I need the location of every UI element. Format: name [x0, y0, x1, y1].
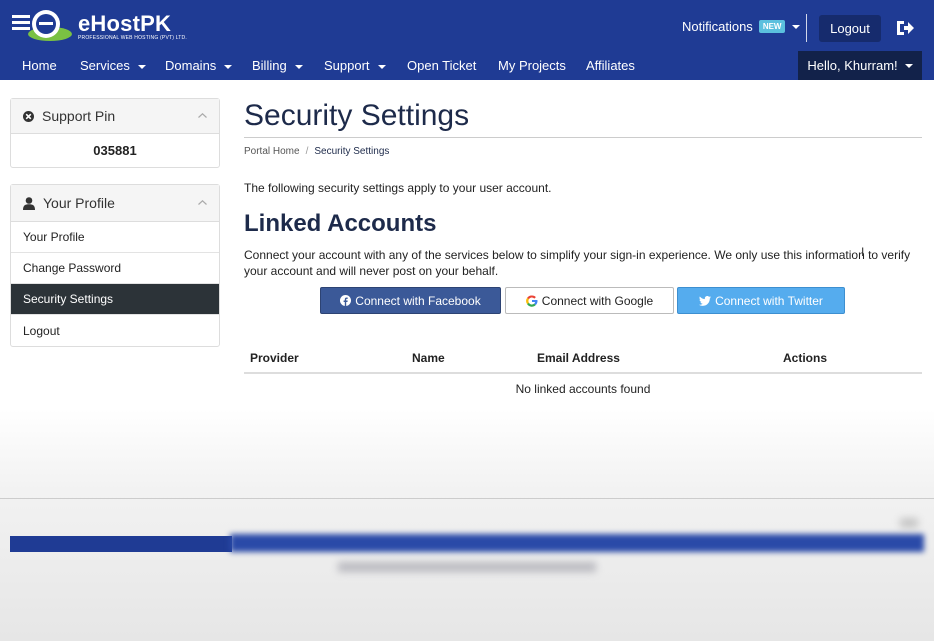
brand-tagline: PROFESSIONAL WEB HOSTING (PVT) LTD.: [78, 35, 187, 41]
sidebar-item-label: Security Settings: [23, 292, 114, 306]
nav-billing-label: Billing: [252, 58, 287, 73]
connect-google-label: Connect with Google: [541, 293, 654, 308]
connect-google-button[interactable]: Connect with Google: [505, 287, 674, 314]
breadcrumb-separator: /: [305, 146, 309, 157]
nav-domains-label: Domains: [165, 58, 217, 73]
nav-services-label: Services: [80, 58, 130, 73]
page-title: Security Settings: [244, 99, 470, 132]
intro-text: The following security settings apply to…: [244, 181, 552, 195]
support-pin-panel: Support Pin 035881: [10, 98, 220, 168]
sidebar-item-your-profile[interactable]: Your Profile: [11, 222, 219, 253]
facebook-icon: [340, 295, 352, 306]
nav-services[interactable]: Services: [80, 58, 146, 73]
support-pin-header[interactable]: Support Pin: [11, 99, 219, 134]
profile-header[interactable]: Your Profile: [11, 185, 219, 222]
support-pin-value: 035881: [93, 143, 137, 158]
table-header-divider: [244, 372, 922, 374]
chevron-down-icon: [792, 24, 801, 29]
brand-name: eHostPK: [78, 11, 172, 36]
chevron-down-icon: [377, 64, 386, 69]
sidebar-item-logout[interactable]: Logout: [11, 315, 219, 346]
footer-bar-left: [10, 536, 232, 552]
nav-billing[interactable]: Billing: [252, 58, 303, 73]
main-nav: Home Services Domains Billing Support Op…: [0, 50, 934, 80]
connect-facebook-label: Connect with Facebook: [355, 293, 481, 308]
col-header-name: Name: [412, 351, 445, 365]
nav-affiliates[interactable]: Affiliates: [586, 58, 635, 73]
footer-fade-area: [0, 410, 934, 641]
user-menu[interactable]: Hello, Khurram!: [798, 51, 922, 80]
footer-bar-blurred: [230, 534, 924, 552]
col-header-provider: Provider: [250, 351, 299, 365]
footer-divider: [0, 498, 934, 499]
footer-blurred-text: [338, 562, 596, 572]
top-header: eHostPK PROFESSIONAL WEB HOSTING (PVT) L…: [0, 0, 934, 50]
header-divider: [806, 14, 807, 42]
title-divider: [244, 137, 922, 138]
nav-my-projects[interactable]: My Projects: [498, 58, 566, 73]
nav-open-ticket-label: Open Ticket: [407, 58, 477, 73]
chevron-down-icon: [904, 63, 913, 68]
breadcrumb-current: Security Settings: [314, 146, 390, 157]
user-greeting: Hello, Khurram!: [807, 58, 898, 73]
chevron-up-icon[interactable]: [198, 113, 207, 118]
notifications-menu[interactable]: Notifications NEW: [682, 19, 801, 34]
connect-twitter-label: Connect with Twitter: [715, 293, 823, 308]
support-pin-title: Support Pin: [42, 108, 116, 124]
nav-support[interactable]: Support: [324, 58, 386, 73]
google-icon: [525, 294, 538, 307]
notifications-new-badge: NEW: [758, 20, 786, 33]
connect-twitter-button[interactable]: Connect with Twitter: [677, 287, 845, 314]
chevron-down-icon: [294, 64, 303, 69]
nav-affiliates-label: Affiliates: [586, 58, 635, 73]
chevron-up-icon[interactable]: [198, 200, 207, 205]
footer-blurred-icon: [900, 518, 918, 528]
sidebar-item-label: Change Password: [23, 261, 122, 275]
nav-domains[interactable]: Domains: [165, 58, 233, 73]
chevron-down-icon: [137, 64, 146, 69]
twitter-icon: [699, 295, 712, 306]
connect-facebook-button[interactable]: Connect with Facebook: [320, 287, 501, 314]
notifications-label: Notifications: [682, 19, 753, 34]
brand-logo[interactable]: eHostPK PROFESSIONAL WEB HOSTING (PVT) L…: [12, 8, 187, 44]
linked-accounts-title: Linked Accounts: [244, 210, 437, 237]
linked-accounts-description: Connect your account with any of the ser…: [244, 248, 911, 278]
nav-home[interactable]: Home: [22, 58, 57, 73]
nav-my-projects-label: My Projects: [498, 58, 566, 73]
sign-out-icon[interactable]: [895, 19, 915, 37]
logo-icon: [12, 10, 72, 41]
nav-open-ticket[interactable]: Open Ticket: [407, 58, 476, 73]
sidebar-item-change-password[interactable]: Change Password: [11, 253, 219, 284]
logout-button[interactable]: Logout: [819, 15, 881, 42]
nav-support-label: Support: [324, 58, 370, 73]
empty-table-message: No linked accounts found: [515, 382, 651, 396]
sidebar-item-label: Your Profile: [23, 230, 85, 244]
sidebar-item-security-settings[interactable]: Security Settings: [11, 284, 219, 315]
text-cursor-icon: I: [861, 245, 865, 259]
chevron-down-icon: [224, 64, 233, 69]
nav-home-label: Home: [22, 58, 57, 73]
breadcrumb-home-link[interactable]: Portal Home: [244, 146, 300, 157]
profile-panel: Your Profile Your Profile Change Passwor…: [10, 184, 220, 347]
sidebar-item-label: Logout: [23, 323, 60, 338]
col-header-email: Email Address: [537, 351, 620, 365]
profile-title: Your Profile: [43, 195, 115, 211]
breadcrumb: Portal Home / Security Settings: [244, 146, 389, 157]
col-header-actions: Actions: [783, 351, 828, 365]
close-circle-icon: [23, 110, 34, 122]
user-icon: [23, 196, 35, 210]
